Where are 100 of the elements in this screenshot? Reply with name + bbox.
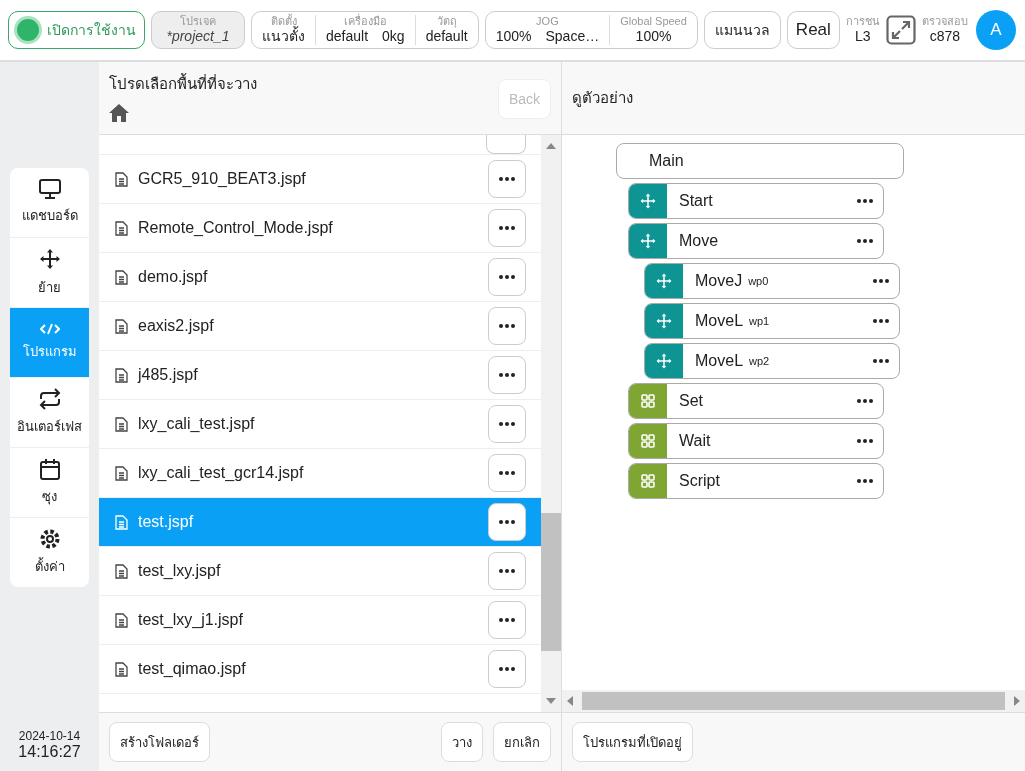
setup-panel[interactable]: ติดตั้ง แนวตั้ง เครื่องมือ default 0kg วัตถุ default [251,11,479,49]
more-icon [857,239,873,243]
footer-button[interactable]: ยกเลิก [493,722,551,762]
more-button[interactable] [488,160,526,198]
more-button[interactable] [488,601,526,639]
file-row[interactable]: test_lxy_j1.jspf [99,596,541,645]
file-icon [115,269,128,285]
program-node[interactable]: Wait [628,423,884,459]
program-node[interactable]: Script [628,463,884,499]
more-icon [499,324,515,328]
field-label: วัตถุ [436,15,457,28]
more-button[interactable] [488,503,526,541]
scroll-thumb[interactable] [582,692,1005,710]
file-row[interactable]: GCR5_910_BEAT3.jspf [99,155,541,204]
calendar-icon [39,458,60,480]
more-icon [499,618,515,622]
node-label: Wait [679,432,711,450]
date-text: 2024-10-14 [18,729,81,743]
mode-button[interactable]: Real [786,11,840,49]
file-row[interactable]: Remote_Control_Mode.jspf [99,204,541,253]
more-button[interactable] [488,552,526,590]
file-row[interactable]: test_lxy.jspf [99,547,541,596]
field-label: ติดตั้ง [270,15,297,27]
file-icon [115,367,128,383]
more-icon [857,399,873,403]
file-row[interactable]: j485.jspf [99,351,541,400]
more-icon [499,520,515,524]
project-selector[interactable]: โปรเจค *project_1 [151,11,245,49]
program-node[interactable]: MoveL wp1 [644,303,900,339]
file-name: GCR5_910_BEAT3.jspf [138,170,307,188]
nav-item[interactable]: ซุง [10,447,89,517]
panel-title: ดูตัวอย่าง [572,88,633,109]
move-icon [639,232,657,250]
waypoint-label: wp2 [749,355,770,367]
program-node[interactable]: Set [628,383,884,419]
file-row[interactable]: lxy_cali_test.jspf [99,400,541,449]
move-icon [655,352,673,370]
program-node[interactable]: Move [628,223,884,259]
more-button[interactable] [488,209,526,247]
settings-icon [38,528,61,550]
grid-icon [641,394,655,408]
waypoint-label: wp1 [749,315,770,327]
program-node[interactable]: Start [628,183,884,219]
vertical-scrollbar[interactable] [541,135,561,712]
node-label: MoveL [695,352,744,370]
more-icon [873,319,889,323]
node-label: MoveJ [695,272,743,290]
more-button[interactable] [488,356,526,394]
more-button[interactable] [488,405,526,443]
file-row[interactable]: eaxis2.jspf [99,302,541,351]
more-button[interactable] [488,258,526,296]
check-label: ตรวจสอบ [921,15,968,28]
file-row[interactable]: test_qimao.jspf [99,645,541,694]
more-button[interactable] [488,650,526,688]
node-label: Start [679,192,713,210]
more-icon [499,569,515,573]
file-icon [115,171,128,187]
more-icon [873,279,889,283]
file-name: test_lxy_j1.jspf [138,611,244,629]
scroll-thumb[interactable] [541,513,561,651]
nav-label: ตั้งค่า [34,556,65,576]
more-icon [499,177,515,181]
nav-item[interactable]: แดชบอร์ด [10,168,89,237]
file-icon [115,465,128,481]
field-value: แนวตั้ง [262,28,305,45]
file-name: eaxis2.jspf [138,317,215,335]
grid-icon [641,434,655,448]
file-row[interactable]: demo.jspf [99,253,541,302]
program-node[interactable]: Main [616,143,904,179]
nav-item[interactable]: ตั้งค่า [10,517,89,587]
field-label: Global Speed [620,15,687,28]
nav-item[interactable]: อินเตอร์เฟส [10,377,89,447]
field-value: 100% [495,28,532,45]
open-programs-button[interactable]: โปรแกรมที่เปิดอยู่ [572,722,693,762]
monitor-icon [38,179,61,199]
program-node[interactable]: MoveJ wp0 [644,263,900,299]
horizontal-scrollbar[interactable] [562,690,1025,712]
speed-panel[interactable]: JOG 100% Space… Global Speed 100% [484,11,698,49]
new-folder-button[interactable]: สร้างโฟลเดอร์ [109,722,210,762]
move-icon [639,192,657,210]
program-node[interactable]: MoveL wp2 [644,343,900,379]
swap-arrows-icon [38,388,61,410]
file-name: lxy_cali_test.jspf [138,415,256,433]
node-label: Set [679,392,703,410]
file-name: test_lxy.jspf [138,562,222,580]
file-icon [115,220,128,236]
mode-button[interactable]: แมนนวล [703,11,781,49]
file-icon [115,612,128,628]
expand-icon[interactable] [885,15,916,45]
nav-label: อินเตอร์เฟส [17,418,82,436]
file-icon [115,318,128,334]
move-icon [655,312,673,330]
more-button[interactable] [488,307,526,345]
more-icon [499,667,515,671]
footer-button[interactable]: วาง [441,722,483,762]
home-icon[interactable] [109,104,129,122]
more-button[interactable] [488,454,526,492]
node-label: Move [679,232,719,250]
more-icon [857,439,873,443]
status-indicator[interactable]: เปิดการใช้งาน [8,11,145,49]
